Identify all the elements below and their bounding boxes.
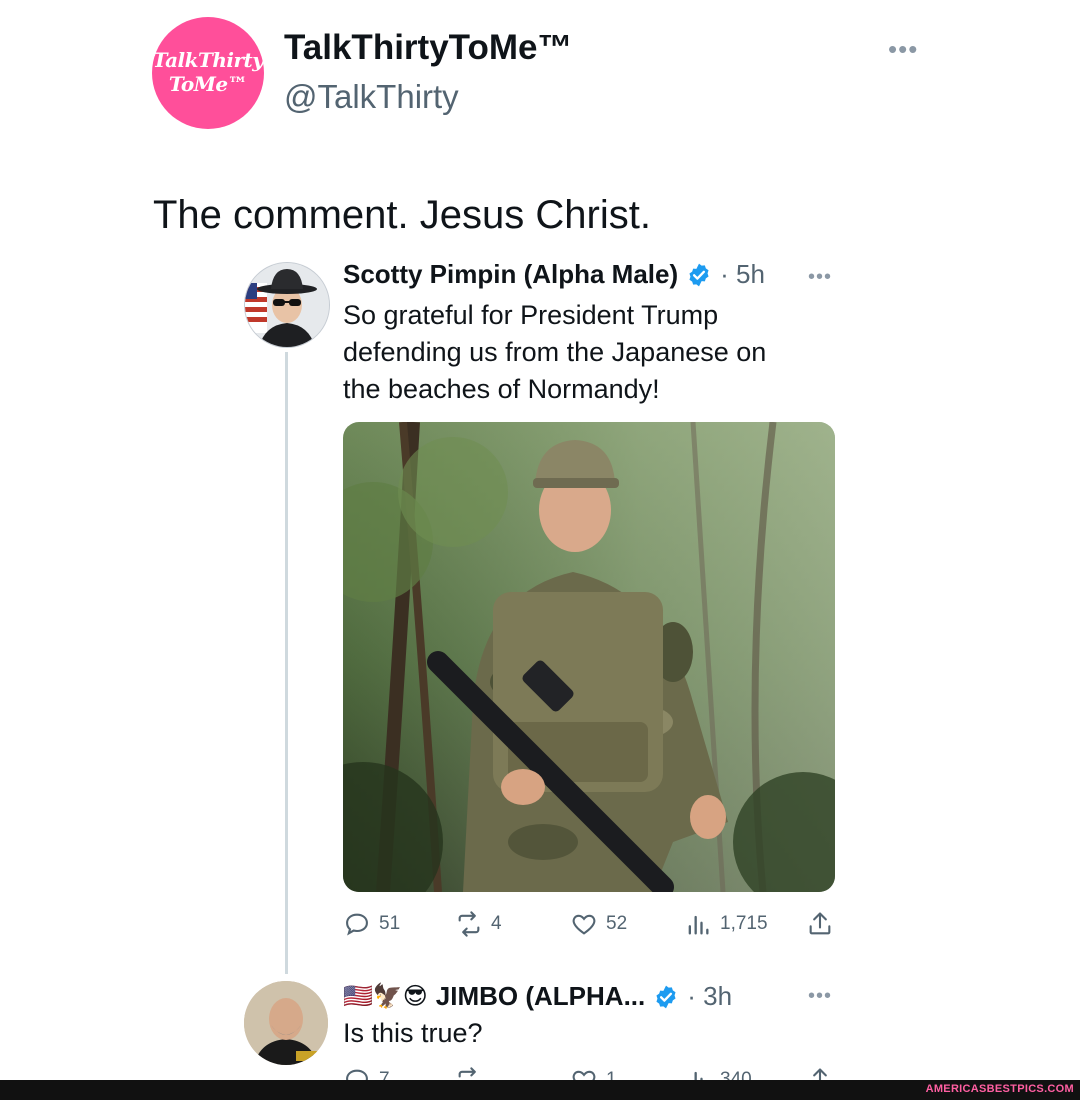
emoji-prefix: 🇺🇸🦅😎 xyxy=(343,983,428,1010)
reply-text-line: defending us from the Japanese on xyxy=(343,337,767,367)
soldier-in-forest-image xyxy=(343,422,835,892)
post-author-name[interactable]: TalkThirtyToMe™ xyxy=(284,28,572,68)
thread-connector-line xyxy=(285,352,288,974)
second-reply-timestamp: · 3h xyxy=(687,981,733,1011)
avatar-logo-line-2: ToMe™ xyxy=(168,72,248,96)
views-button[interactable]: 1,715 xyxy=(684,910,768,938)
comment-icon xyxy=(346,913,368,936)
second-reply-text: Is this true? xyxy=(343,1018,483,1048)
scotty-avatar[interactable] xyxy=(244,262,330,348)
reply-text-line: So grateful for President Trump xyxy=(343,300,719,330)
share-button[interactable] xyxy=(806,910,834,938)
share-icon xyxy=(809,912,831,935)
reply-text-line: the beaches of Normandy! xyxy=(343,374,660,404)
reply-more-options-icon[interactable]: ••• xyxy=(808,266,832,289)
reply-text: So grateful for President Trump defendin… xyxy=(343,297,823,408)
verified-badge-icon xyxy=(656,985,676,1008)
repost-count: 4 xyxy=(491,913,502,934)
watermark-bar: AMERICASBESTPICS.COM xyxy=(0,1080,1080,1100)
second-reply-more-options-icon[interactable]: ••• xyxy=(808,985,832,1008)
reply-button[interactable]: 51 xyxy=(343,910,400,938)
reply-attached-photo[interactable] xyxy=(343,422,835,892)
jimbo-avatar[interactable] xyxy=(244,981,328,1065)
like-button[interactable]: 52 xyxy=(570,910,627,938)
verified-badge-icon xyxy=(689,263,709,286)
post-text: The comment. Jesus Christ. xyxy=(153,193,651,237)
like-count: 52 xyxy=(606,913,628,934)
avatar-logo-line-1: TalkThirty xyxy=(152,48,264,72)
jimbo-avatar-image xyxy=(244,981,328,1065)
second-reply-author-name[interactable]: JIMBO (ALPHA... xyxy=(436,981,645,1012)
heart-icon xyxy=(572,914,596,935)
reply-timestamp: · 5h xyxy=(720,259,765,289)
repost-button[interactable]: 4 xyxy=(455,910,502,938)
reply-count: 51 xyxy=(379,913,401,934)
more-options-icon[interactable]: ••• xyxy=(888,34,918,65)
views-chart-icon xyxy=(688,915,709,935)
reply-author-name[interactable]: Scotty Pimpin (Alpha Male) xyxy=(343,259,678,290)
watermark-text: AMERICASBESTPICS.COM xyxy=(925,1083,1074,1095)
views-count: 1,715 xyxy=(720,913,768,934)
scotty-avatar-image xyxy=(245,263,329,347)
post-author-handle[interactable]: @TalkThirty xyxy=(284,78,459,116)
talkthirty-avatar[interactable]: TalkThirty ToMe™ xyxy=(152,17,264,129)
repost-icon xyxy=(458,911,480,937)
